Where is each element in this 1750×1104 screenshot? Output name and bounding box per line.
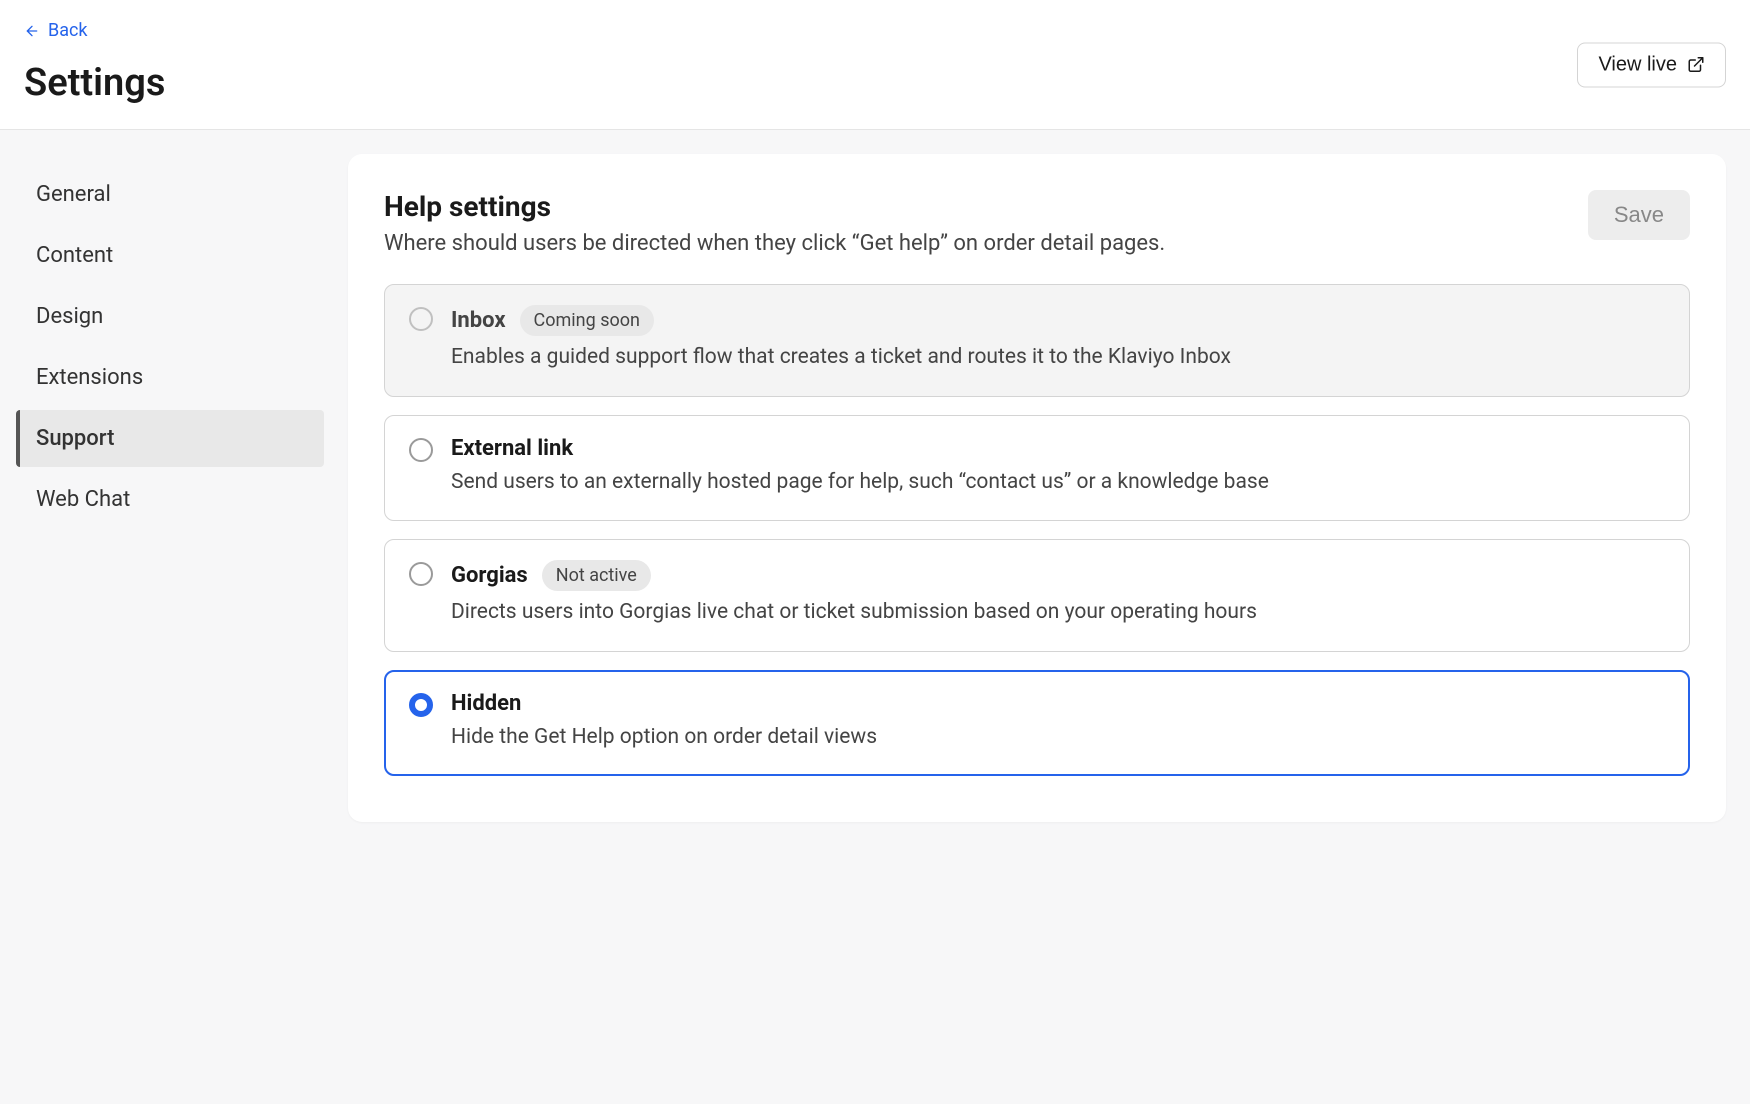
sidebar: General Content Design Extensions Support Web… [0, 130, 340, 1104]
sidebar-item-label: Extensions [36, 365, 143, 390]
save-button[interactable]: Save [1588, 190, 1690, 240]
option-title-row: External link [451, 436, 1665, 461]
sidebar-item-content[interactable]: Content [16, 227, 324, 284]
option-description: Send users to an externally hosted page … [451, 467, 1665, 499]
option-title: Inbox [451, 308, 506, 333]
body: General Content Design Extensions Support Web… [0, 130, 1750, 1104]
card-description: Where should users be directed when they… [384, 231, 1165, 256]
page-header: Back Settings View live [0, 0, 1750, 130]
option-badge: Not active [542, 560, 651, 591]
arrow-left-icon [24, 23, 40, 39]
view-live-button[interactable]: View live [1577, 42, 1726, 87]
option-badge: Coming soon [520, 305, 654, 336]
sidebar-item-extensions[interactable]: Extensions [16, 349, 324, 406]
card-title: Help settings [384, 190, 1165, 223]
option-body: Inbox Coming soon Enables a guided support… [451, 305, 1665, 374]
option-body: External link Send users to an externally… [451, 436, 1665, 499]
option-gorgias[interactable]: Gorgias Not active Directs users into Gorg… [384, 539, 1690, 652]
back-label: Back [48, 20, 88, 41]
option-title-row: Inbox Coming soon [451, 305, 1665, 336]
external-link-icon [1687, 56, 1705, 74]
card-header-text: Help settings Where should users be dire… [384, 190, 1165, 256]
option-title: Gorgias [451, 563, 528, 588]
options-list: Inbox Coming soon Enables a guided support… [384, 284, 1690, 776]
option-external[interactable]: External link Send users to an externally… [384, 415, 1690, 522]
option-title-row: Hidden [451, 691, 1665, 716]
view-live-label: View live [1598, 53, 1677, 76]
option-title: External link [451, 436, 573, 461]
content-area: Help settings Where should users be dire… [340, 130, 1750, 1104]
radio-inbox [409, 307, 433, 331]
option-inbox: Inbox Coming soon Enables a guided support… [384, 284, 1690, 397]
option-title: Hidden [451, 691, 521, 716]
sidebar-item-general[interactable]: General [16, 166, 324, 223]
radio-gorgias[interactable] [409, 562, 433, 586]
sidebar-item-label: Web Chat [36, 487, 130, 512]
sidebar-item-label: Support [36, 426, 114, 451]
sidebar-item-label: Content [36, 243, 113, 268]
option-description: Directs users into Gorgias live chat or … [451, 597, 1665, 629]
page-title: Settings [24, 61, 1726, 105]
sidebar-item-support[interactable]: Support [16, 410, 324, 467]
back-link[interactable]: Back [24, 20, 88, 41]
option-title-row: Gorgias Not active [451, 560, 1665, 591]
radio-external[interactable] [409, 438, 433, 462]
card-header: Help settings Where should users be dire… [384, 190, 1690, 256]
help-settings-card: Help settings Where should users be dire… [348, 154, 1726, 822]
sidebar-item-label: Design [36, 304, 103, 329]
sidebar-item-label: General [36, 182, 111, 207]
option-description: Enables a guided support flow that creat… [451, 342, 1665, 374]
option-hidden[interactable]: Hidden Hide the Get Help option on order … [384, 670, 1690, 777]
sidebar-item-design[interactable]: Design [16, 288, 324, 345]
sidebar-item-web-chat[interactable]: Web Chat [16, 471, 324, 528]
option-description: Hide the Get Help option on order detail… [451, 722, 1665, 754]
option-body: Hidden Hide the Get Help option on order … [451, 691, 1665, 754]
option-body: Gorgias Not active Directs users into Gorg… [451, 560, 1665, 629]
radio-hidden[interactable] [409, 693, 433, 717]
